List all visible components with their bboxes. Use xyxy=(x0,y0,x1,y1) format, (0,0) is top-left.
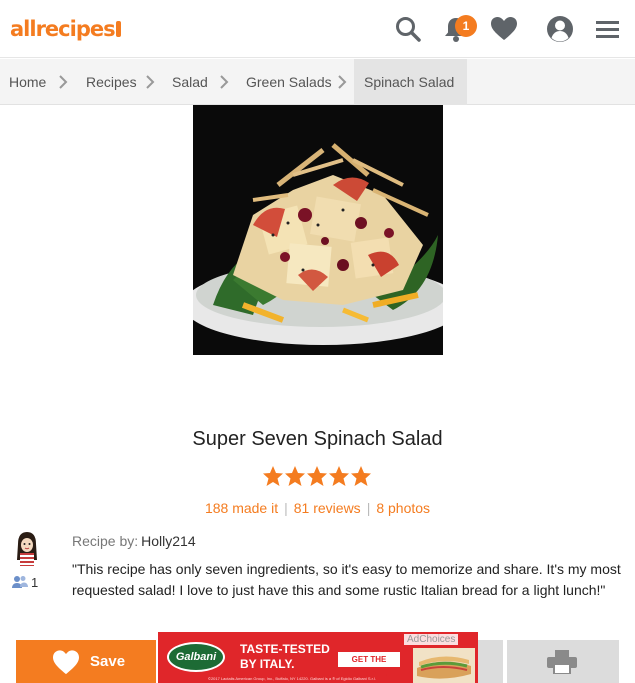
user-icon[interactable] xyxy=(545,14,575,44)
print-button[interactable] xyxy=(507,640,619,683)
chevron-right-icon xyxy=(337,74,347,90)
breadcrumb-green-salads[interactable]: Green Salads xyxy=(246,59,332,105)
bottom-action-bar: Save Galbani TASTE-TESTED BY ITALY. GET … xyxy=(0,632,635,683)
breadcrumb-recipes[interactable]: Recipes xyxy=(86,59,137,105)
star-icon xyxy=(329,466,349,486)
star-icon xyxy=(307,466,327,486)
recipe-description: "This recipe has only seven ingredients,… xyxy=(72,561,621,598)
save-label: Save xyxy=(90,653,126,670)
recipe-stats: 188 made it | 81 reviews | 8 photos xyxy=(0,500,635,516)
followers-count[interactable]: 1 xyxy=(12,575,38,590)
recipe-title: Super Seven Spinach Salad xyxy=(192,428,443,450)
ad-brand-logo: Galbani xyxy=(167,642,225,672)
photos-link[interactable]: 8 photos xyxy=(376,500,430,516)
people-icon xyxy=(12,576,28,588)
star-icon xyxy=(351,466,371,486)
followers-number: 1 xyxy=(31,575,39,590)
author-avatar[interactable] xyxy=(12,530,42,568)
allrecipes-logo[interactable]: allrecipes xyxy=(10,17,121,41)
star-icon xyxy=(263,466,283,486)
top-header: allrecipes 1 xyxy=(0,0,635,58)
ad-fine-print: ©2017 Lactalis American Group, Inc., Buf… xyxy=(208,676,376,681)
breadcrumb-home[interactable]: Home xyxy=(9,59,46,105)
chevron-right-icon xyxy=(219,74,229,90)
made-it-link[interactable]: 188 made it xyxy=(205,500,278,516)
reviews-link[interactable]: 81 reviews xyxy=(294,500,361,516)
chevron-right-icon xyxy=(58,74,68,90)
breadcrumb: Home Recipes Salad Green Salads Spinach … xyxy=(0,59,635,105)
ad-headline-line2: BY ITALY. xyxy=(240,657,295,671)
save-button[interactable]: Save xyxy=(16,640,156,683)
stats-separator: | xyxy=(366,500,371,516)
search-icon[interactable] xyxy=(393,14,423,44)
star-icon xyxy=(285,466,305,486)
ad-food-image xyxy=(413,648,475,683)
fork-icon xyxy=(115,21,121,37)
ad-headline-line1: TASTE-TESTED xyxy=(240,642,330,656)
author-label: Recipe by: xyxy=(72,533,139,549)
heart-icon xyxy=(53,650,79,675)
share-button[interactable] xyxy=(478,640,503,683)
notification-badge[interactable]: 1 xyxy=(455,15,477,37)
chevron-right-icon xyxy=(145,74,155,90)
heart-icon[interactable] xyxy=(489,14,519,44)
menu-icon[interactable] xyxy=(593,14,623,44)
logo-text: allrecipes xyxy=(10,17,116,41)
ad-cta-button[interactable]: GET THE RECIPE ▸ xyxy=(338,652,400,679)
breadcrumb-spinach-salad[interactable]: Spinach Salad xyxy=(354,59,467,105)
author-byline: Recipe by: Holly214 xyxy=(72,533,196,549)
ad-choices-label[interactable]: AdChoices xyxy=(404,634,459,645)
printer-icon xyxy=(547,650,577,674)
breadcrumb-salad[interactable]: Salad xyxy=(172,59,208,105)
ad-headline: TASTE-TESTED BY ITALY. xyxy=(240,642,330,672)
author-name[interactable]: Holly214 xyxy=(141,533,195,549)
rating-stars[interactable] xyxy=(262,465,372,487)
recipe-photo[interactable] xyxy=(193,105,443,355)
stats-separator: | xyxy=(284,500,288,516)
advertisement-banner[interactable]: Galbani TASTE-TESTED BY ITALY. GET THE R… xyxy=(158,632,478,683)
